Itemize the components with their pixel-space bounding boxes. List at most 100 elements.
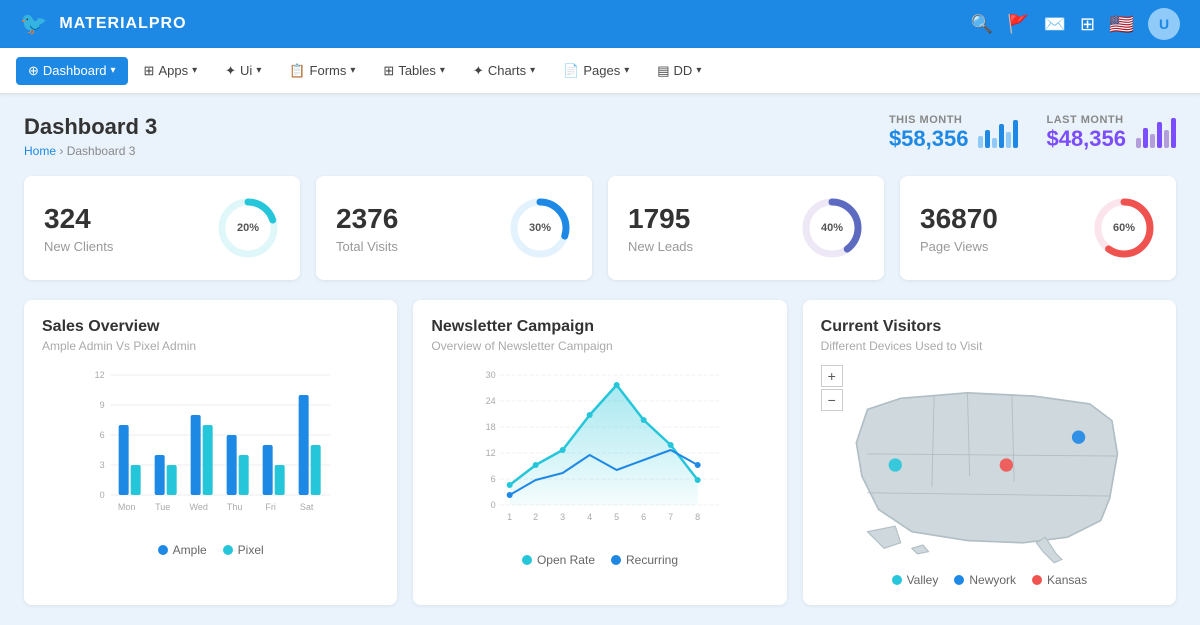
new-clients-number: 324 <box>44 203 113 235</box>
breadcrumb: Home › Dashboard 3 <box>24 144 157 158</box>
pages-icon: 📄 <box>563 63 579 79</box>
svg-text:Wed: Wed <box>189 502 207 512</box>
forms-icon: 📋 <box>289 63 305 79</box>
map-zoom-in[interactable]: + <box>821 365 843 387</box>
nav-ui[interactable]: ✦ Ui ▾ <box>213 57 273 85</box>
new-clients-percent: 20% <box>237 222 259 234</box>
bottom-cards-grid: Sales Overview Ample Admin Vs Pixel Admi… <box>24 300 1176 605</box>
chevron-down-icon: ▾ <box>256 65 261 76</box>
map-zoom-out[interactable]: − <box>821 389 843 411</box>
page-views-donut: 60% <box>1092 196 1156 260</box>
breadcrumb-home[interactable]: Home <box>24 144 56 158</box>
this-month-chart <box>978 118 1018 148</box>
top-nav-right: 🔍 🚩 ✉️ ⊞ 🇺🇸 U <box>971 8 1180 40</box>
us-flag-icon[interactable]: 🇺🇸 <box>1109 12 1134 37</box>
open-rate-label: Open Rate <box>537 553 595 567</box>
legend-ample: Ample <box>158 543 207 557</box>
nav-dd[interactable]: ▤ DD ▾ <box>645 57 713 85</box>
legend-newyork: Newyork <box>954 573 1016 587</box>
svg-text:6: 6 <box>100 430 105 440</box>
legend-valley: Valley <box>892 573 939 587</box>
svg-text:Mon: Mon <box>118 502 136 512</box>
svg-text:18: 18 <box>486 422 496 432</box>
newsletter-card: Newsletter Campaign Overview of Newslett… <box>413 300 786 605</box>
last-month-value: $48,356 <box>1046 126 1126 152</box>
pixel-dot <box>223 545 233 555</box>
svg-text:0: 0 <box>491 500 496 510</box>
grid-icon[interactable]: ⊞ <box>1080 14 1095 35</box>
new-leads-donut: 40% <box>800 196 864 260</box>
nav-forms[interactable]: 📋 Forms ▾ <box>277 57 367 85</box>
open-rate-dot <box>522 555 532 565</box>
dashboard-icon: ⊕ <box>28 63 39 79</box>
tables-icon: ⊞ <box>383 63 394 79</box>
svg-text:Tue: Tue <box>155 502 170 512</box>
page-views-label: Page Views <box>920 239 998 254</box>
map-legend: Valley Newyork Kansas <box>821 573 1158 587</box>
charts-icon: ✦ <box>473 63 484 79</box>
svg-text:12: 12 <box>95 370 105 380</box>
this-month-value: $58,356 <box>889 126 969 152</box>
new-leads-number: 1795 <box>628 203 693 235</box>
header-stats: THIS MONTH $58,356 LAST MONTH $48,356 <box>889 114 1176 152</box>
search-icon[interactable]: 🔍 <box>971 14 993 35</box>
breadcrumb-current: Dashboard 3 <box>67 144 136 158</box>
chevron-down-icon: ▾ <box>696 65 701 76</box>
chevron-down-icon: ▾ <box>192 65 197 76</box>
new-clients-donut: 20% <box>216 196 280 260</box>
last-month-label: LAST MONTH <box>1046 114 1126 126</box>
svg-text:0: 0 <box>100 490 105 500</box>
stat-card-new-clients: 324 New Clients 20% <box>24 176 300 280</box>
avatar-initial: U <box>1159 16 1169 32</box>
svg-text:4: 4 <box>587 512 592 522</box>
chevron-down-icon: ▾ <box>530 65 535 76</box>
svg-text:30: 30 <box>486 370 496 380</box>
nav-dashboard[interactable]: ⊕ Dashboard ▾ <box>16 57 128 85</box>
nav-apps[interactable]: ⊞ Apps ▾ <box>132 57 210 85</box>
svg-text:2: 2 <box>533 512 538 522</box>
map-controls: + − <box>821 365 843 411</box>
sales-legend: Ample Pixel <box>42 543 379 557</box>
recurring-dot <box>611 555 621 565</box>
svg-text:24: 24 <box>486 396 496 406</box>
newyork-dot <box>954 575 964 585</box>
apps-icon: ⊞ <box>144 63 155 79</box>
nav-pages[interactable]: 📄 Pages ▾ <box>551 57 641 85</box>
nav-tables[interactable]: ⊞ Tables ▾ <box>371 57 457 85</box>
mail-icon[interactable]: ✉️ <box>1044 14 1066 35</box>
main-content: Dashboard 3 Home › Dashboard 3 THIS MONT… <box>0 94 1200 625</box>
svg-text:6: 6 <box>491 474 496 484</box>
sales-bar-chart: 0 3 6 9 12 <box>42 365 379 535</box>
logo-icon: 🐦 <box>20 11 47 37</box>
sales-title: Sales Overview <box>42 318 379 336</box>
stat-card-new-leads: 1795 New Leads 40% <box>608 176 884 280</box>
stat-card-page-views: 36870 Page Views 60% <box>900 176 1176 280</box>
new-leads-label: New Leads <box>628 239 693 254</box>
newyork-label: Newyork <box>969 573 1016 587</box>
ample-label: Ample <box>173 543 207 557</box>
legend-kansas: Kansas <box>1032 573 1087 587</box>
svg-text:Fri: Fri <box>265 502 276 512</box>
visitors-subtitle: Different Devices Used to Visit <box>821 339 1158 353</box>
chevron-down-icon: ▾ <box>350 65 355 76</box>
chevron-down-icon: ▾ <box>624 65 629 76</box>
user-avatar[interactable]: U <box>1148 8 1180 40</box>
title-area: Dashboard 3 Home › Dashboard 3 <box>24 114 157 158</box>
svg-text:8: 8 <box>695 512 700 522</box>
recurring-label: Recurring <box>626 553 678 567</box>
ample-dot <box>158 545 168 555</box>
last-month-chart <box>1136 118 1176 148</box>
svg-text:3: 3 <box>100 460 105 470</box>
svg-text:1: 1 <box>507 512 512 522</box>
top-navbar: 🐦 MATERIALPRO 🔍 🚩 ✉️ ⊞ 🇺🇸 U <box>0 0 1200 48</box>
this-month-label: THIS MONTH <box>889 114 969 126</box>
flag-icon[interactable]: 🚩 <box>1007 14 1029 35</box>
svg-text:12: 12 <box>486 448 496 458</box>
page-title: Dashboard 3 <box>24 114 157 140</box>
secondary-navbar: ⊕ Dashboard ▾ ⊞ Apps ▾ ✦ Ui ▾ 📋 Forms ▾ … <box>0 48 1200 94</box>
pixel-label: Pixel <box>238 543 264 557</box>
svg-text:6: 6 <box>641 512 646 522</box>
nav-charts[interactable]: ✦ Charts ▾ <box>461 57 547 85</box>
svg-text:Sat: Sat <box>300 502 314 512</box>
map-container: + − <box>821 365 1158 565</box>
